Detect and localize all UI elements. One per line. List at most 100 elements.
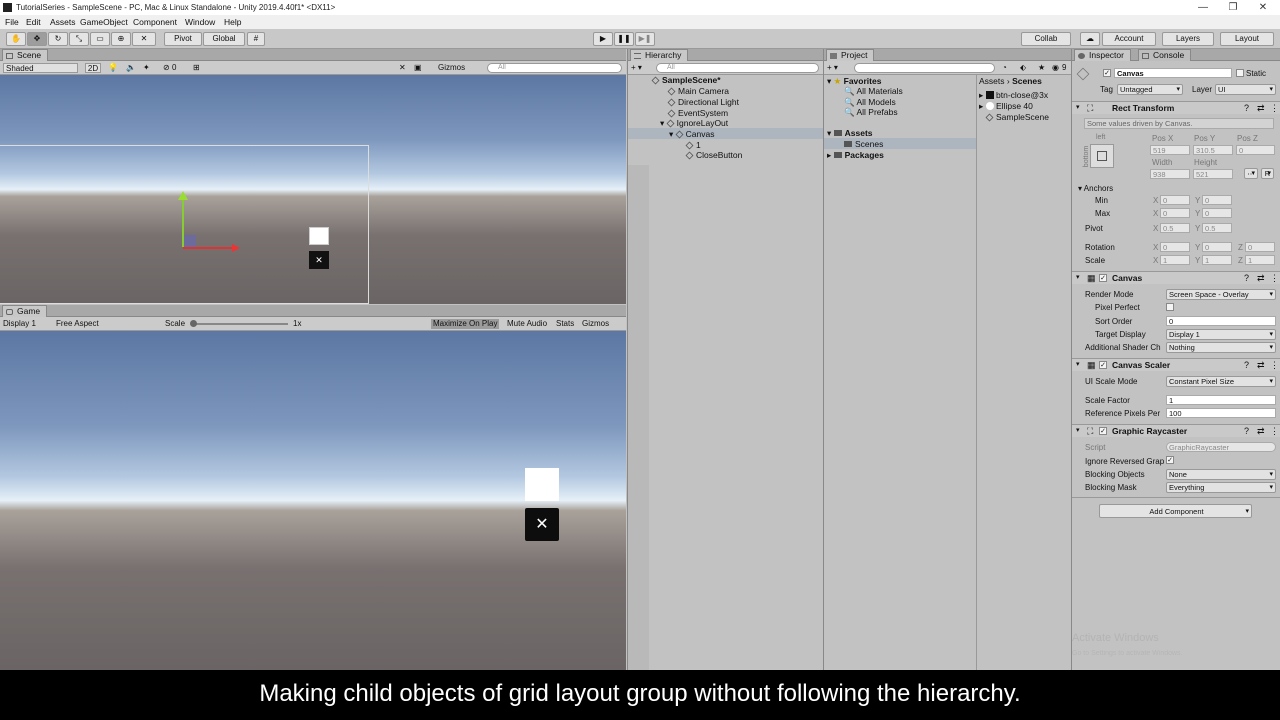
tools-icon[interactable]: ✕ xyxy=(399,63,406,73)
scene-root-item[interactable]: SampleScene* xyxy=(651,75,721,85)
effects-icon[interactable]: ✦ xyxy=(143,63,150,73)
foldout-arrow-icon[interactable]: ▾ xyxy=(1076,360,1080,368)
ignore-reversed-checkbox[interactable]: ✓ xyxy=(1166,456,1174,464)
sort-order-field[interactable]: 0 xyxy=(1166,316,1276,326)
min-y-field[interactable]: 0 xyxy=(1202,195,1232,205)
filter-type-icon[interactable]: ◔ xyxy=(1002,63,1007,73)
move-gizmo-x-arrow-icon[interactable] xyxy=(232,244,240,252)
component-menu-icon[interactable]: ⋮ xyxy=(1270,360,1279,371)
breadcrumb-scenes[interactable]: Scenes xyxy=(1012,76,1042,86)
game-gizmos-dropdown[interactable]: Gizmos xyxy=(582,319,609,329)
close-window-button[interactable]: ✕ xyxy=(1253,1,1273,14)
lighting-icon[interactable]: 💡 xyxy=(108,63,118,73)
menu-assets[interactable]: Assets xyxy=(50,17,76,27)
maximize-on-play-toggle[interactable]: Maximize On Play xyxy=(431,319,500,329)
anchor-presets-button[interactable] xyxy=(1090,144,1114,168)
layout-dropdown[interactable]: Layout xyxy=(1220,32,1274,46)
aspect-dropdown[interactable]: Free Aspect xyxy=(56,319,160,329)
help-icon[interactable]: ? xyxy=(1244,360,1249,370)
move-gizmo-plane-handle[interactable] xyxy=(184,235,196,247)
rect-transform-header[interactable]: ▾ ⛶ Rect Transform ? ⇄ ⋮ xyxy=(1072,101,1280,114)
scenes-folder[interactable]: Scenes xyxy=(844,139,883,149)
help-icon[interactable]: ? xyxy=(1244,103,1249,113)
hand-tool-icon[interactable]: ✋ xyxy=(6,32,26,46)
min-x-field[interactable]: 0 xyxy=(1160,195,1190,205)
hierarchy-item-canvas[interactable]: ▾ Canvas xyxy=(669,129,714,140)
menu-component[interactable]: Component xyxy=(133,17,177,27)
reference-pixels-field[interactable]: 100 xyxy=(1166,408,1276,418)
foldout-arrow-icon[interactable]: ▾ xyxy=(1076,426,1080,434)
anchors-foldout[interactable]: ▾ Anchors xyxy=(1078,184,1113,193)
gizmos-dropdown[interactable]: Gizmos xyxy=(438,63,465,73)
scene-viewport[interactable]: ✕ xyxy=(0,75,626,304)
game-close-button-icon[interactable]: ✕ xyxy=(525,508,559,541)
add-component-button[interactable]: Add Component xyxy=(1099,504,1252,518)
shading-mode-dropdown[interactable]: Shaded xyxy=(3,63,78,73)
layer-dropdown[interactable]: UI xyxy=(1215,84,1276,95)
canvas-component-header[interactable]: ▾ ▦ ✓ Canvas ? ⇄ ⋮ xyxy=(1072,271,1280,284)
breadcrumb-assets[interactable]: Assets xyxy=(979,76,1005,86)
component-menu-icon[interactable]: ⋮ xyxy=(1270,273,1279,284)
hidden-objects-icon[interactable]: ⊘ xyxy=(163,63,170,73)
pivot-y-field[interactable]: 0.5 xyxy=(1202,223,1232,233)
tag-dropdown[interactable]: Untagged xyxy=(1117,84,1183,95)
pivot-button[interactable]: Pivot xyxy=(164,32,202,46)
rot-z-field[interactable]: 0 xyxy=(1245,242,1275,252)
help-icon[interactable]: ? xyxy=(1244,426,1249,436)
tab-scene[interactable]: Scene xyxy=(2,49,49,61)
scene-search-input[interactable]: All xyxy=(487,63,622,73)
custom-tool-icon[interactable]: ✕ xyxy=(132,32,156,46)
menu-gameobject[interactable]: GameObject xyxy=(80,17,128,27)
rot-x-field[interactable]: 0 xyxy=(1160,242,1190,252)
layers-dropdown[interactable]: Layers xyxy=(1162,32,1214,46)
raycaster-enabled-checkbox[interactable]: ✓ xyxy=(1099,427,1107,435)
project-search-input[interactable] xyxy=(854,63,995,73)
favorite-all-prefabs[interactable]: 🔍 All Prefabs xyxy=(844,107,898,118)
pixel-perfect-checkbox[interactable] xyxy=(1166,303,1174,311)
file-ellipse-40[interactable]: ▸ Ellipse 40 xyxy=(979,101,1033,112)
favorite-all-materials[interactable]: 🔍 All Materials xyxy=(844,86,903,97)
hierarchy-item-main-camera[interactable]: Main Camera xyxy=(667,86,729,96)
play-button[interactable]: ▶ xyxy=(593,32,613,46)
preset-icon[interactable]: ⇄ xyxy=(1257,360,1265,371)
scale-tool-icon[interactable]: ⤡ xyxy=(69,32,89,46)
hierarchy-item-eventsystem[interactable]: EventSystem xyxy=(667,108,728,118)
pause-button[interactable]: ❚❚ xyxy=(614,32,634,46)
hierarchy-item-directional-light[interactable]: Directional Light xyxy=(667,97,739,107)
target-display-dropdown[interactable]: Display 1 xyxy=(1166,329,1276,340)
create-plus-icon[interactable]: + ▾ xyxy=(631,63,642,73)
scale-x-field[interactable]: 1 xyxy=(1160,255,1190,265)
camera-icon[interactable]: ▣ xyxy=(414,63,422,73)
menu-file[interactable]: File xyxy=(5,17,19,27)
pivot-x-field[interactable]: 0.5 xyxy=(1160,223,1190,233)
audio-icon[interactable]: 🔈 xyxy=(126,63,136,73)
static-checkbox[interactable] xyxy=(1236,69,1244,77)
filter-label-icon[interactable]: ⬖ xyxy=(1020,63,1026,73)
hierarchy-item-ignorelayout[interactable]: ▾ IgnoreLayOut xyxy=(660,118,728,129)
favorite-star-icon[interactable]: ★ xyxy=(1038,63,1045,73)
graphic-raycaster-header[interactable]: ▾ ⛶ ✓ Graphic Raycaster ? ⇄ ⋮ xyxy=(1072,424,1280,437)
collab-dropdown[interactable]: Collab xyxy=(1021,32,1071,46)
scale-slider[interactable] xyxy=(193,323,288,325)
canvas-enabled-checkbox[interactable]: ✓ xyxy=(1099,274,1107,282)
move-tool-icon[interactable]: ✥ xyxy=(27,32,47,46)
hierarchy-search-input[interactable]: All xyxy=(656,63,819,73)
raw-edit-button[interactable]: R xyxy=(1261,168,1274,179)
preset-icon[interactable]: ⇄ xyxy=(1257,273,1265,284)
posy-field[interactable]: 310.5 xyxy=(1193,145,1233,155)
menu-edit[interactable]: Edit xyxy=(26,17,41,27)
blocking-mask-dropdown[interactable]: Everything xyxy=(1166,482,1276,493)
project-create-plus-icon[interactable]: + ▾ xyxy=(827,63,838,73)
height-field[interactable]: 521 xyxy=(1193,169,1233,179)
packages-folder[interactable]: ▸ Packages xyxy=(827,150,884,161)
preset-icon[interactable]: ⇄ xyxy=(1257,103,1265,114)
menu-help[interactable]: Help xyxy=(224,17,241,27)
mute-audio-toggle[interactable]: Mute Audio xyxy=(507,319,547,329)
posx-field[interactable]: 519 xyxy=(1150,145,1190,155)
component-menu-icon[interactable]: ⋮ xyxy=(1270,426,1279,437)
game-viewport[interactable]: ✕ xyxy=(0,331,626,670)
scale-factor-field[interactable]: 1 xyxy=(1166,395,1276,405)
max-x-field[interactable]: 0 xyxy=(1160,208,1190,218)
transform-tool-icon[interactable]: ⊕ xyxy=(111,32,131,46)
account-dropdown[interactable]: Account xyxy=(1102,32,1156,46)
